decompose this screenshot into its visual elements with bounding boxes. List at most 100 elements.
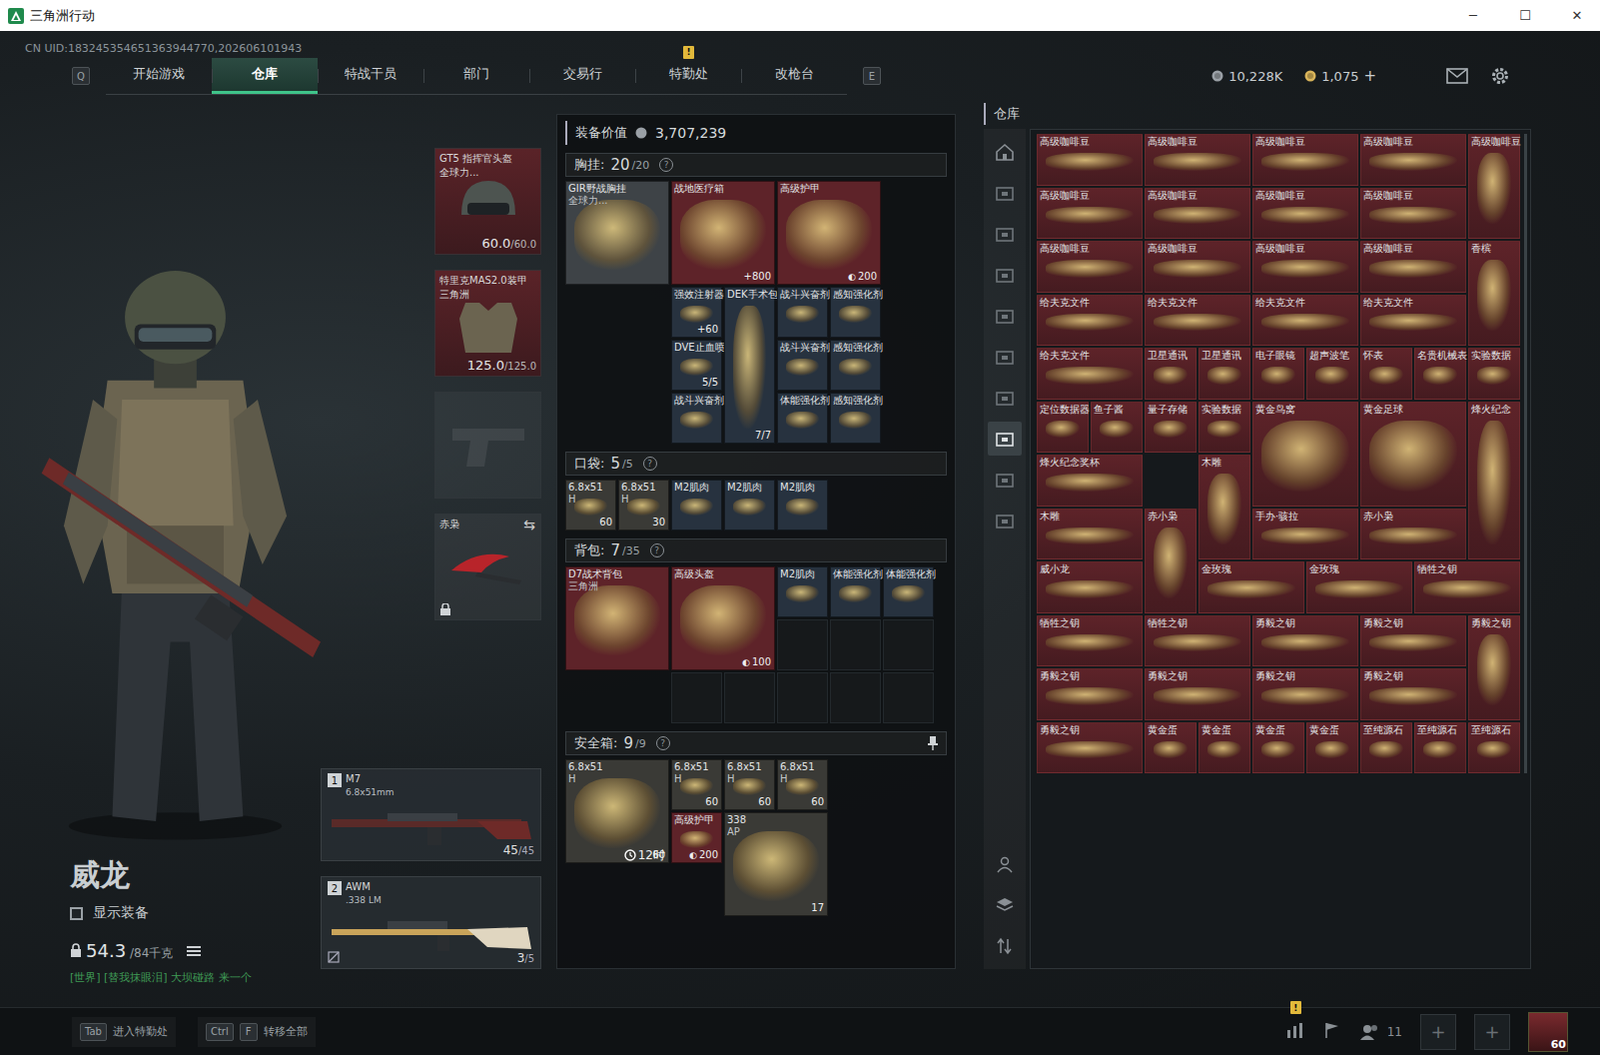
inventory-item[interactable]: 至纯源石	[1414, 722, 1467, 775]
armor-slot[interactable]: 特里克MAS2.0装甲三角洲125.0/125.0	[434, 269, 542, 377]
inventory-item[interactable]: 勇毅之钥	[1252, 668, 1359, 721]
nav-tab[interactable]: 交易行	[529, 57, 636, 94]
pistol-slot[interactable]	[434, 391, 542, 499]
inventory-item[interactable]: 高级护甲◐200	[777, 180, 881, 285]
inventory-item[interactable]: 黄金足球	[1360, 401, 1467, 507]
inventory-item[interactable]: 高级咖啡豆	[1360, 240, 1467, 293]
storage-tab[interactable]	[987, 134, 1022, 169]
inventory-item[interactable]: 卫星通讯	[1144, 347, 1197, 400]
inventory-item[interactable]: 高级咖啡豆	[1252, 187, 1359, 240]
inventory-item[interactable]: 至纯源石	[1468, 722, 1521, 775]
nav-tab[interactable]: 改枪台	[741, 57, 847, 94]
inventory-item[interactable]: 6.8x51H60	[777, 759, 828, 810]
inventory-item[interactable]: 黄金蛋	[1306, 722, 1359, 775]
help-icon[interactable]: ?	[659, 157, 674, 172]
inventory-item[interactable]: 赤小枭	[1144, 508, 1197, 614]
close-button[interactable]: ✕	[1554, 0, 1600, 31]
inventory-item[interactable]: 给夫克文件	[1144, 294, 1251, 347]
inventory-item[interactable]: 黄金鸟窝	[1252, 401, 1359, 507]
weapon-slot[interactable]: 1M76.8x51mm45/45	[320, 768, 542, 861]
stats-button[interactable]: !	[1285, 1020, 1306, 1042]
inventory-item[interactable]: M2肌肉	[724, 479, 776, 531]
inventory-item[interactable]: 体能强化剂	[882, 566, 934, 618]
inventory-item[interactable]: 实验数据	[1468, 347, 1521, 400]
inventory-item[interactable]: 高级咖啡豆	[1036, 240, 1143, 293]
inventory-item[interactable]: 高级头盔◐100	[671, 566, 776, 671]
inventory-item[interactable]: 高级咖啡豆	[1468, 133, 1521, 239]
inventory-item[interactable]: GIR野战胸挂全球力...	[565, 180, 670, 285]
inventory-item[interactable]: 战斗兴奋剂	[777, 286, 828, 338]
inventory-item[interactable]: 烽火纪念奖杯	[1036, 454, 1143, 507]
player-avatar[interactable]: 60	[1528, 1011, 1569, 1052]
storage-tab[interactable]	[987, 175, 1022, 210]
help-icon[interactable]: ?	[650, 543, 665, 558]
inventory-item[interactable]: 体能强化剂	[829, 566, 881, 618]
inventory-item[interactable]: 威小龙	[1036, 561, 1143, 614]
inventory-item[interactable]: 牺牲之钥	[1036, 615, 1143, 668]
inventory-item[interactable]: 实验数据	[1198, 401, 1251, 454]
inventory-item[interactable]: 战斗兴奋剂	[777, 339, 828, 391]
inventory-item[interactable]: 鱼子酱	[1090, 401, 1143, 454]
inventory-item[interactable]: 6.8x51H60	[671, 759, 723, 810]
melee-slot[interactable]: 赤枭⇆	[434, 513, 542, 621]
inventory-item[interactable]: 金玫瑰	[1306, 561, 1413, 614]
inventory-item[interactable]: 6.8x51H30	[618, 479, 670, 531]
inventory-item[interactable]: 勇毅之钥	[1360, 615, 1467, 668]
inventory-item[interactable]: 感知强化剂	[829, 392, 881, 444]
inventory-item[interactable]: 电子眼镜	[1252, 347, 1305, 400]
inventory-item[interactable]: DVE止血喷5/5	[671, 339, 723, 391]
add-currency-button[interactable]: +	[1363, 66, 1377, 85]
inventory-item[interactable]: 338AP17	[724, 811, 828, 916]
hotkey-hint[interactable]: Tab进入特勤处	[71, 1016, 176, 1047]
inventory-item[interactable]: 牺牲之钥	[1144, 615, 1251, 668]
inventory-item[interactable]: 怀表	[1360, 347, 1413, 400]
inventory-item[interactable]: 6.8x51H6012时	[565, 759, 670, 863]
nav-tab[interactable]: 特勤处!	[635, 57, 742, 94]
inventory-item[interactable]: 高级咖啡豆	[1144, 133, 1251, 186]
inventory-item[interactable]: D7战术背包三角洲	[565, 566, 670, 671]
inventory-item[interactable]: DEK手术包7/7	[724, 286, 776, 444]
inventory-item[interactable]: 勇毅之钥	[1252, 615, 1359, 668]
friends-button[interactable]: 11	[1359, 1022, 1403, 1041]
invite-slot[interactable]: +	[1420, 1013, 1457, 1050]
inventory-item[interactable]: 香槟	[1468, 240, 1521, 346]
inventory-item[interactable]: 勇毅之钥	[1360, 668, 1467, 721]
weapon-slot[interactable]: 2AWM.338 LM3/5	[320, 875, 542, 969]
inventory-item[interactable]: 给夫克文件	[1252, 294, 1359, 347]
inventory-item[interactable]: 手办·骇拉	[1252, 508, 1359, 561]
inventory-item[interactable]: M2肌肉	[777, 479, 828, 531]
inventory-item[interactable]: 体能强化剂	[777, 392, 828, 444]
inventory-item[interactable]: 勇毅之钥	[1036, 668, 1143, 721]
inventory-item[interactable]: 卫星通讯	[1198, 347, 1251, 400]
maximize-button[interactable]: ☐	[1502, 0, 1549, 31]
inventory-item[interactable]: 超声波笔	[1306, 347, 1359, 400]
inventory-item[interactable]: 名贵机械表	[1414, 347, 1467, 400]
nav-tab[interactable]: 特战干员	[317, 57, 424, 94]
inventory-item[interactable]: 感知强化剂	[829, 286, 881, 338]
inventory-item[interactable]: 给夫克文件	[1036, 347, 1143, 400]
inventory-item[interactable]: 黄金蛋	[1252, 722, 1305, 775]
inventory-item[interactable]: 勇毅之钥	[1144, 668, 1251, 721]
nav-tab[interactable]: 部门	[423, 57, 530, 94]
prev-tab-key[interactable]: Q	[71, 66, 90, 85]
storage-tab[interactable]	[987, 339, 1022, 374]
storage-tab[interactable]	[987, 421, 1022, 456]
minimize-button[interactable]: ─	[1450, 0, 1497, 31]
inventory-item[interactable]: M2肌肉	[671, 479, 723, 531]
inventory-item[interactable]: 木雕	[1036, 508, 1143, 561]
storage-tab[interactable]	[987, 380, 1022, 415]
scrollbar[interactable]	[1524, 133, 1528, 774]
next-tab-key[interactable]: E	[862, 66, 881, 85]
inventory-item[interactable]: 给夫克文件	[1036, 294, 1143, 347]
inventory-item[interactable]: 量子存储	[1144, 401, 1197, 454]
help-icon[interactable]: ?	[643, 456, 658, 471]
inventory-item[interactable]: 战斗兴奋剂	[671, 392, 723, 444]
inventory-item[interactable]: 牺牲之钥	[1414, 561, 1521, 614]
inventory-item[interactable]: 烽火纪念	[1468, 401, 1521, 561]
storage-tab[interactable]	[987, 216, 1022, 251]
inventory-item[interactable]: 勇毅之钥	[1468, 615, 1521, 721]
storage-tab[interactable]	[987, 462, 1022, 497]
inventory-item[interactable]: 高级咖啡豆	[1360, 187, 1467, 240]
inventory-item[interactable]: 至纯源石	[1360, 722, 1413, 775]
inventory-item[interactable]: 感知强化剂	[829, 339, 881, 391]
